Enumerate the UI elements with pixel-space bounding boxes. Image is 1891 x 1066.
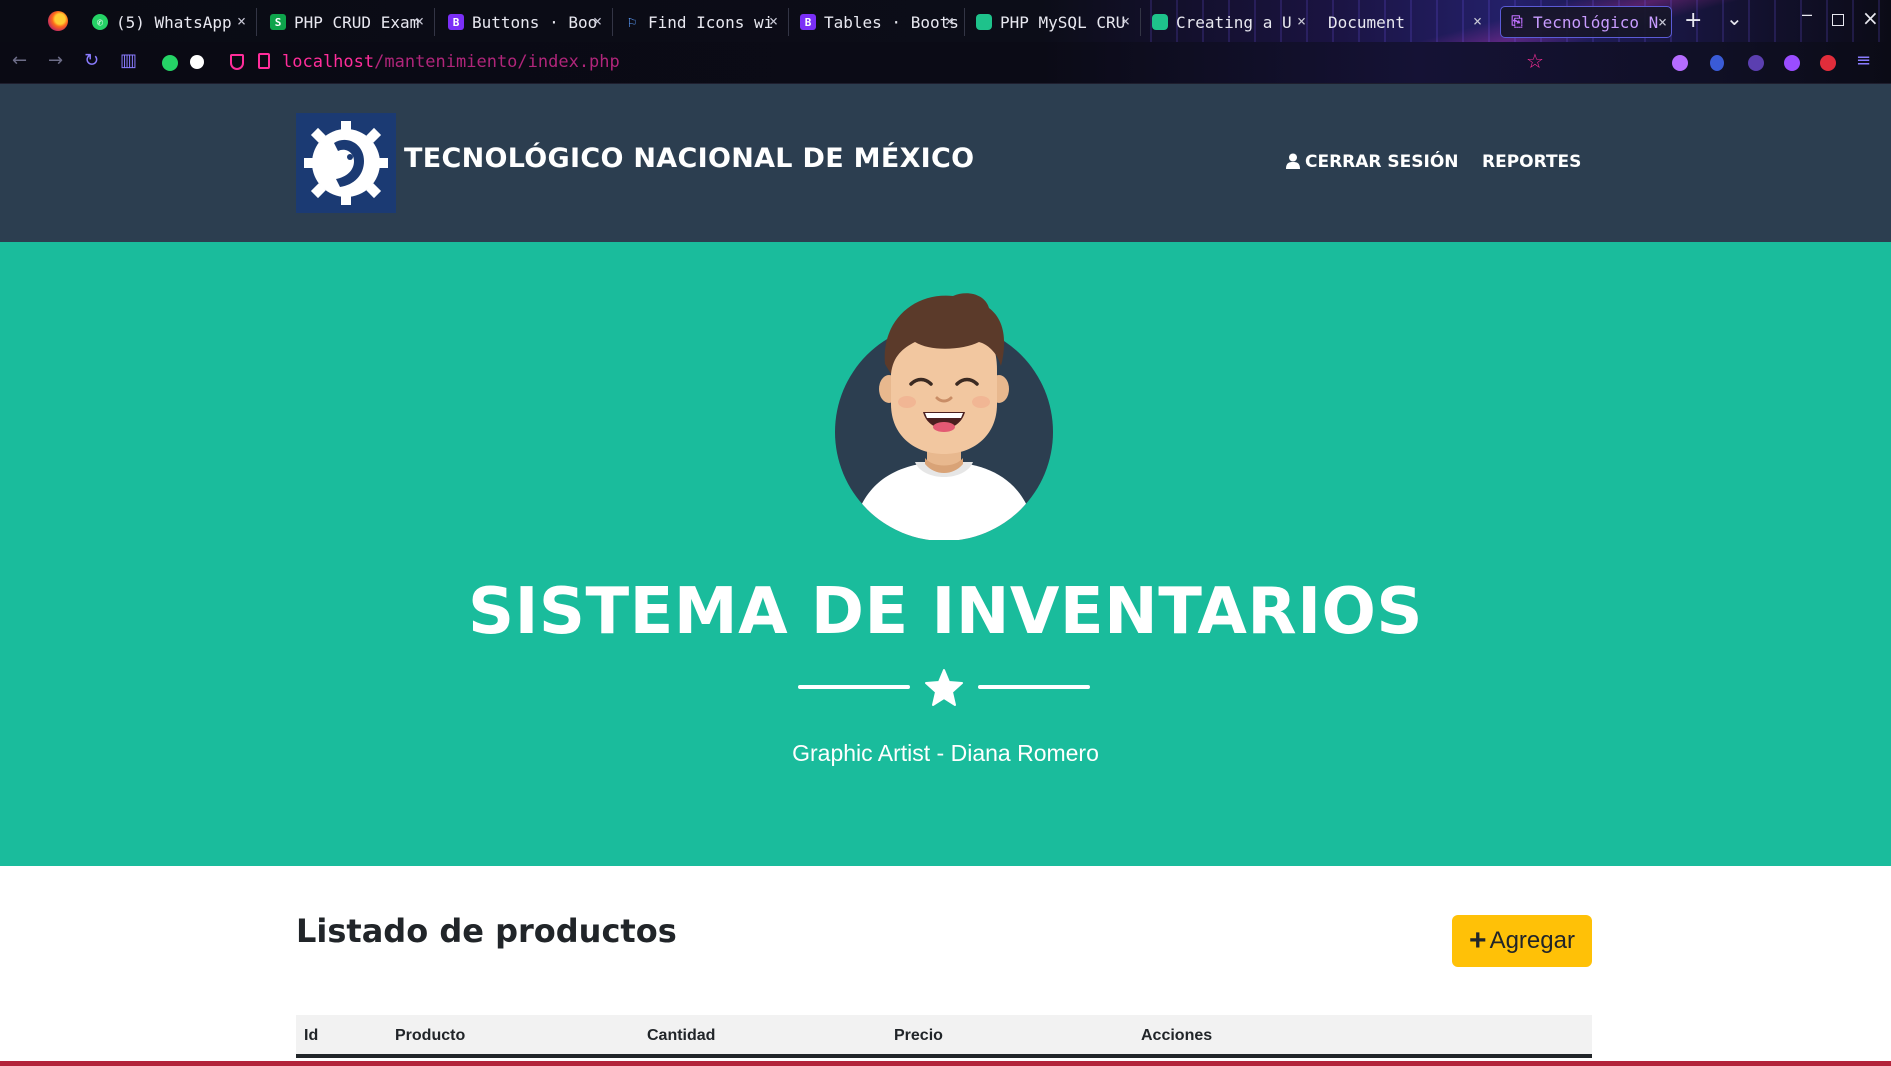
flag-icon: ⚐ [627, 13, 637, 31]
forward-icon[interactable]: → [48, 50, 63, 71]
section-title: Listado de productos [296, 912, 677, 950]
masthead-subtitle: Graphic Artist - Diana Romero [792, 740, 1099, 766]
browser-tab-whatsapp[interactable]: ✆ (5) WhatsApp × [84, 6, 250, 38]
tecnm-logo[interactable] [296, 113, 396, 213]
masthead-title: SISTEMA DE INVENTARIOS [468, 575, 1423, 649]
browser-tab-tecnologico-active[interactable]: ⎘ Tecnológico N × [1500, 6, 1672, 38]
s-logo-icon: S [270, 14, 286, 30]
close-tab-icon[interactable]: × [1658, 13, 1667, 31]
table-header-precio[interactable]: Precio [894, 1027, 943, 1045]
window-bottom-border [0, 1061, 1891, 1066]
browser-tab-document[interactable]: Document × [1320, 6, 1486, 38]
close-window-icon[interactable]: × [1862, 6, 1879, 30]
maximize-icon[interactable] [1832, 14, 1844, 26]
minimize-icon[interactable]: – [1802, 4, 1812, 25]
extension-icon[interactable] [1820, 55, 1836, 71]
table-header-acciones[interactable]: Acciones [1141, 1027, 1212, 1045]
brand-title[interactable]: TECNOLÓGICO NACIONAL DE MÉXICO [404, 143, 974, 174]
chevron-down-icon[interactable]: ⌄ [1726, 6, 1743, 30]
add-product-button[interactable]: + Agregar [1452, 915, 1592, 967]
close-tab-icon[interactable]: × [1297, 12, 1306, 30]
products-table-header: Id Producto Cantidad Precio Acciones [296, 1015, 1592, 1058]
browser-tab-creating[interactable]: Creating a U × [1144, 6, 1310, 38]
cube-icon [1152, 14, 1168, 30]
extension-icon[interactable] [190, 55, 204, 69]
browser-tab-tables[interactable]: B Tables · Boots × [792, 6, 958, 38]
shield-icon[interactable] [230, 54, 244, 70]
close-tab-icon[interactable]: × [415, 12, 424, 30]
logout-link[interactable]: CERRAR SESIÓN [1286, 152, 1459, 172]
browser-tab-php-mysql[interactable]: PHP MySQL CRU × [968, 6, 1134, 38]
pocket-icon[interactable] [1672, 55, 1688, 71]
menu-icon[interactable]: ≡ [1856, 50, 1871, 71]
cube-icon [976, 14, 992, 30]
whatsapp-icon: ✆ [92, 14, 108, 30]
url-bar[interactable]: localhost/mantenimiento/index.php [282, 52, 620, 72]
close-tab-icon[interactable]: × [593, 12, 602, 30]
page-icon: ⎘ [1511, 14, 1523, 30]
table-header-producto[interactable]: Producto [395, 1027, 465, 1045]
reload-icon[interactable]: ↻ [84, 50, 99, 71]
back-icon[interactable]: ← [12, 50, 27, 71]
table-header-cantidad[interactable]: Cantidad [647, 1027, 715, 1045]
browser-nav-bar: ← → ↻ ▥ localhost/mantenimiento/index.ph… [0, 42, 1891, 84]
extension-icon[interactable] [1748, 55, 1764, 71]
avatar [833, 286, 1055, 541]
extension-icon[interactable] [1784, 55, 1800, 71]
close-tab-icon[interactable]: × [945, 12, 954, 30]
close-tab-icon[interactable]: × [769, 12, 778, 30]
page-info-icon[interactable] [258, 53, 270, 69]
browser-tab-php-crud[interactable]: S PHP CRUD Exam × [262, 6, 428, 38]
plus-icon: + [1469, 924, 1487, 957]
browser-tab-find-icons[interactable]: ⚐ Find Icons wi × [616, 6, 782, 38]
divider-line-left [798, 685, 910, 689]
close-tab-icon[interactable]: × [1121, 12, 1130, 30]
close-tab-icon[interactable]: × [1473, 12, 1482, 30]
browser-tab-buttons[interactable]: B Buttons · Boo × [440, 6, 606, 38]
user-icon [1286, 153, 1300, 169]
sidebar-icon[interactable]: ▥ [120, 50, 137, 71]
table-header-id[interactable]: Id [304, 1027, 318, 1045]
firefox-icon[interactable] [48, 11, 68, 31]
new-tab-icon[interactable]: + [1684, 8, 1702, 33]
whatsapp-icon[interactable] [162, 55, 178, 71]
divider-line-right [978, 685, 1090, 689]
bootstrap-icon: B [800, 14, 816, 30]
reports-link[interactable]: REPORTES [1482, 152, 1581, 172]
star-icon [925, 669, 963, 706]
download-icon[interactable] [1710, 55, 1724, 71]
browser-tab-strip: ✆ (5) WhatsApp × S PHP CRUD Exam × B But… [0, 0, 1891, 42]
bookmark-star-icon[interactable]: ☆ [1526, 49, 1544, 73]
close-tab-icon[interactable]: × [237, 12, 246, 30]
bootstrap-icon: B [448, 14, 464, 30]
